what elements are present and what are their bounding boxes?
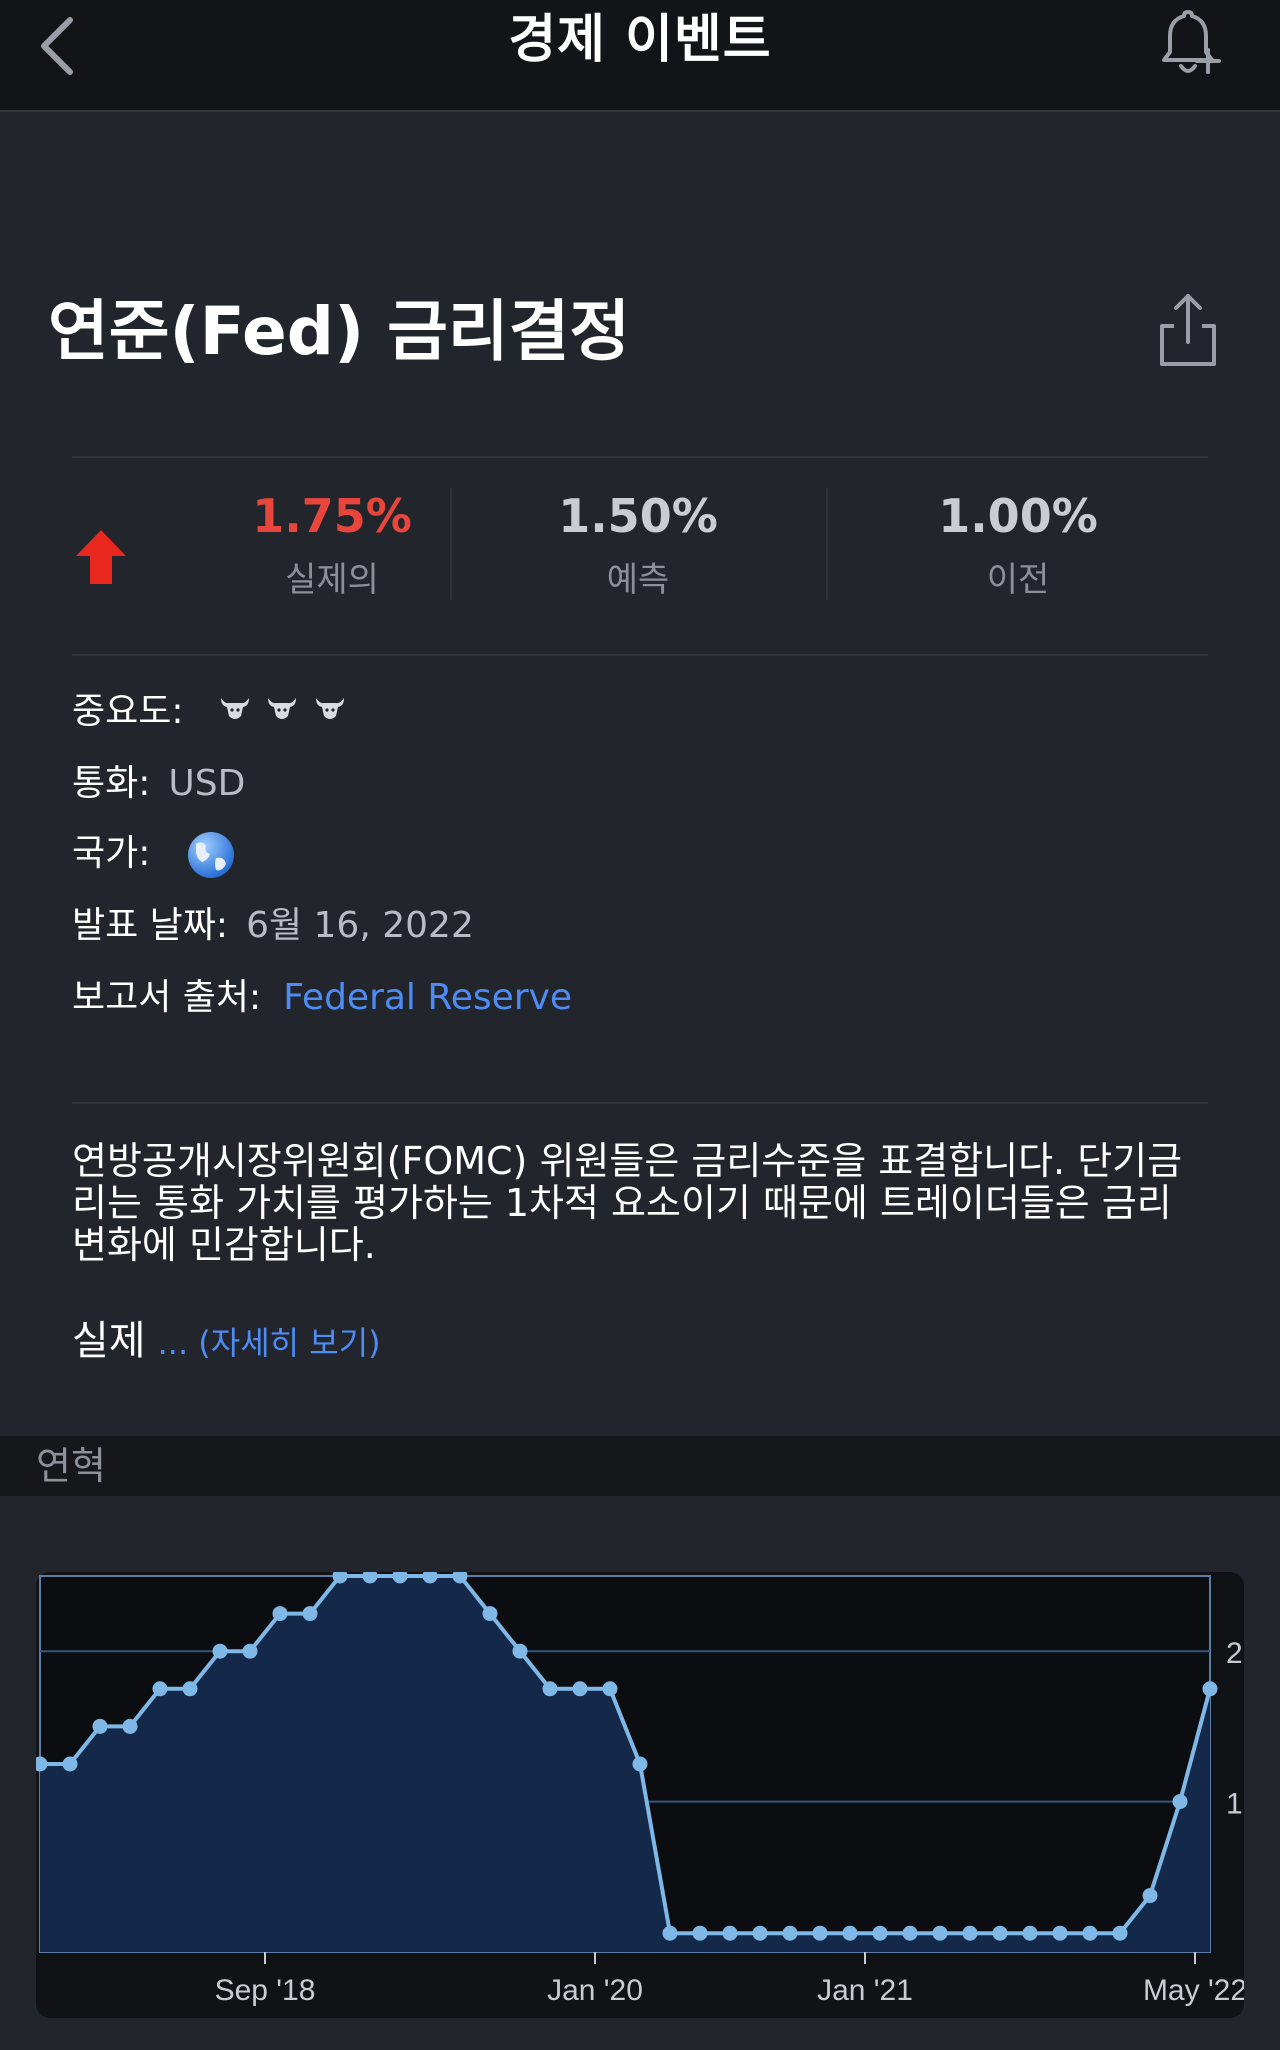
forecast-value-group: 1.50% 예측	[488, 488, 788, 601]
bell-plus-icon[interactable]	[1156, 8, 1226, 80]
previous-value-group: 1.00% 이전	[868, 488, 1168, 601]
data-point	[302, 1606, 318, 1622]
data-point	[752, 1925, 768, 1941]
divider	[72, 1102, 1208, 1104]
currency-value: USD	[168, 763, 246, 804]
data-point	[722, 1925, 738, 1941]
data-point	[62, 1756, 78, 1772]
data-point	[212, 1643, 228, 1659]
event-title: 연준(Fed) 금리결정	[48, 293, 631, 370]
data-point	[512, 1643, 528, 1659]
release-date-label: 발표 날짜:	[72, 905, 229, 946]
data-point	[962, 1925, 978, 1941]
data-point	[572, 1681, 588, 1697]
data-point	[842, 1925, 858, 1941]
bull-icon	[315, 698, 344, 719]
bull-icon	[268, 698, 297, 719]
data-point	[1082, 1925, 1098, 1941]
history-chart-svg: 1 2 Sep '18 Jan '20 Jan '21 May '22	[36, 1572, 1244, 2018]
data-point	[932, 1925, 948, 1941]
y-tick-label: 2	[1226, 1637, 1243, 1670]
x-tick-label: Sep '18	[215, 1974, 316, 2007]
source-label: 보고서 출처:	[72, 977, 262, 1018]
y-tick-label: 1	[1226, 1788, 1243, 1821]
data-point	[272, 1606, 288, 1622]
forecast-value: 1.50%	[558, 489, 718, 543]
data-point	[1202, 1681, 1218, 1697]
data-point	[1142, 1888, 1158, 1904]
actual-value: 1.75%	[252, 489, 412, 543]
divider	[450, 488, 452, 600]
country-row: 국가:	[72, 830, 236, 878]
currency-label: 통화:	[72, 763, 151, 804]
data-point	[992, 1925, 1008, 1941]
page-title: 경제 이벤트	[508, 10, 772, 70]
data-point	[1022, 1925, 1038, 1941]
data-point	[542, 1681, 558, 1697]
data-point	[122, 1718, 138, 1734]
bull-icon	[220, 698, 249, 719]
previous-value: 1.00%	[938, 489, 1098, 543]
importance-rating	[219, 691, 350, 735]
data-point	[632, 1756, 648, 1772]
event-description: 연방공개시장위원회(FOMC) 위원들은 금리수준을 표결합니다. 단기금리는 …	[72, 1139, 1183, 1267]
data-point	[242, 1643, 258, 1659]
importance-label: 중요도:	[72, 691, 184, 732]
data-point	[902, 1925, 918, 1941]
importance-row: 중요도:	[72, 690, 350, 734]
share-icon[interactable]	[1156, 290, 1220, 370]
x-tick-label: Jan '21	[817, 1974, 913, 2007]
data-point	[1052, 1925, 1068, 1941]
more-row: 실제 ... (자세히 보기)	[72, 1308, 381, 1366]
data-point	[692, 1925, 708, 1941]
data-point	[152, 1681, 168, 1697]
actual-value-group: 1.75% 실제의	[182, 488, 482, 601]
data-point	[872, 1925, 888, 1941]
data-point	[812, 1925, 828, 1941]
globe-icon	[187, 832, 234, 878]
x-tick-label: Jan '20	[547, 1974, 643, 2007]
country-label: 국가:	[72, 833, 151, 874]
release-date-value: 6월 16, 2022	[246, 905, 474, 946]
data-point	[602, 1681, 618, 1697]
forecast-label: 예측	[606, 560, 670, 600]
divider	[826, 488, 828, 600]
source-row: 보고서 출처: Federal Reserve	[72, 976, 572, 1020]
history-section-header: 연혁	[0, 1436, 1280, 1496]
data-point	[92, 1718, 108, 1734]
actual-label: 실제의	[285, 560, 379, 600]
history-chart[interactable]: 1 2 Sep '18 Jan '20 Jan '21 May '22	[36, 1572, 1244, 2022]
history-label: 연혁	[36, 1444, 106, 1488]
data-point	[482, 1606, 498, 1622]
data-point	[1172, 1794, 1188, 1810]
arrow-up-icon	[76, 530, 126, 584]
data-point	[662, 1925, 678, 1941]
top-bar: 경제 이벤트	[0, 0, 1280, 112]
data-point	[1112, 1925, 1128, 1941]
divider	[72, 654, 1208, 656]
read-more-link[interactable]: ... (자세히 보기)	[158, 1324, 381, 1362]
data-point	[182, 1681, 198, 1697]
data-point	[782, 1925, 798, 1941]
event-values-panel: 1.75% 실제의 1.50% 예측 1.00% 이전	[72, 458, 1208, 654]
currency-row: 통화: USD	[72, 762, 245, 806]
previous-label: 이전	[986, 560, 1050, 600]
x-tick-label: May '22	[1143, 1974, 1244, 2007]
source-link[interactable]: Federal Reserve	[283, 977, 572, 1018]
release-date-row: 발표 날짜: 6월 16, 2022	[72, 904, 474, 948]
more-prefix: 실제	[72, 1318, 146, 1364]
